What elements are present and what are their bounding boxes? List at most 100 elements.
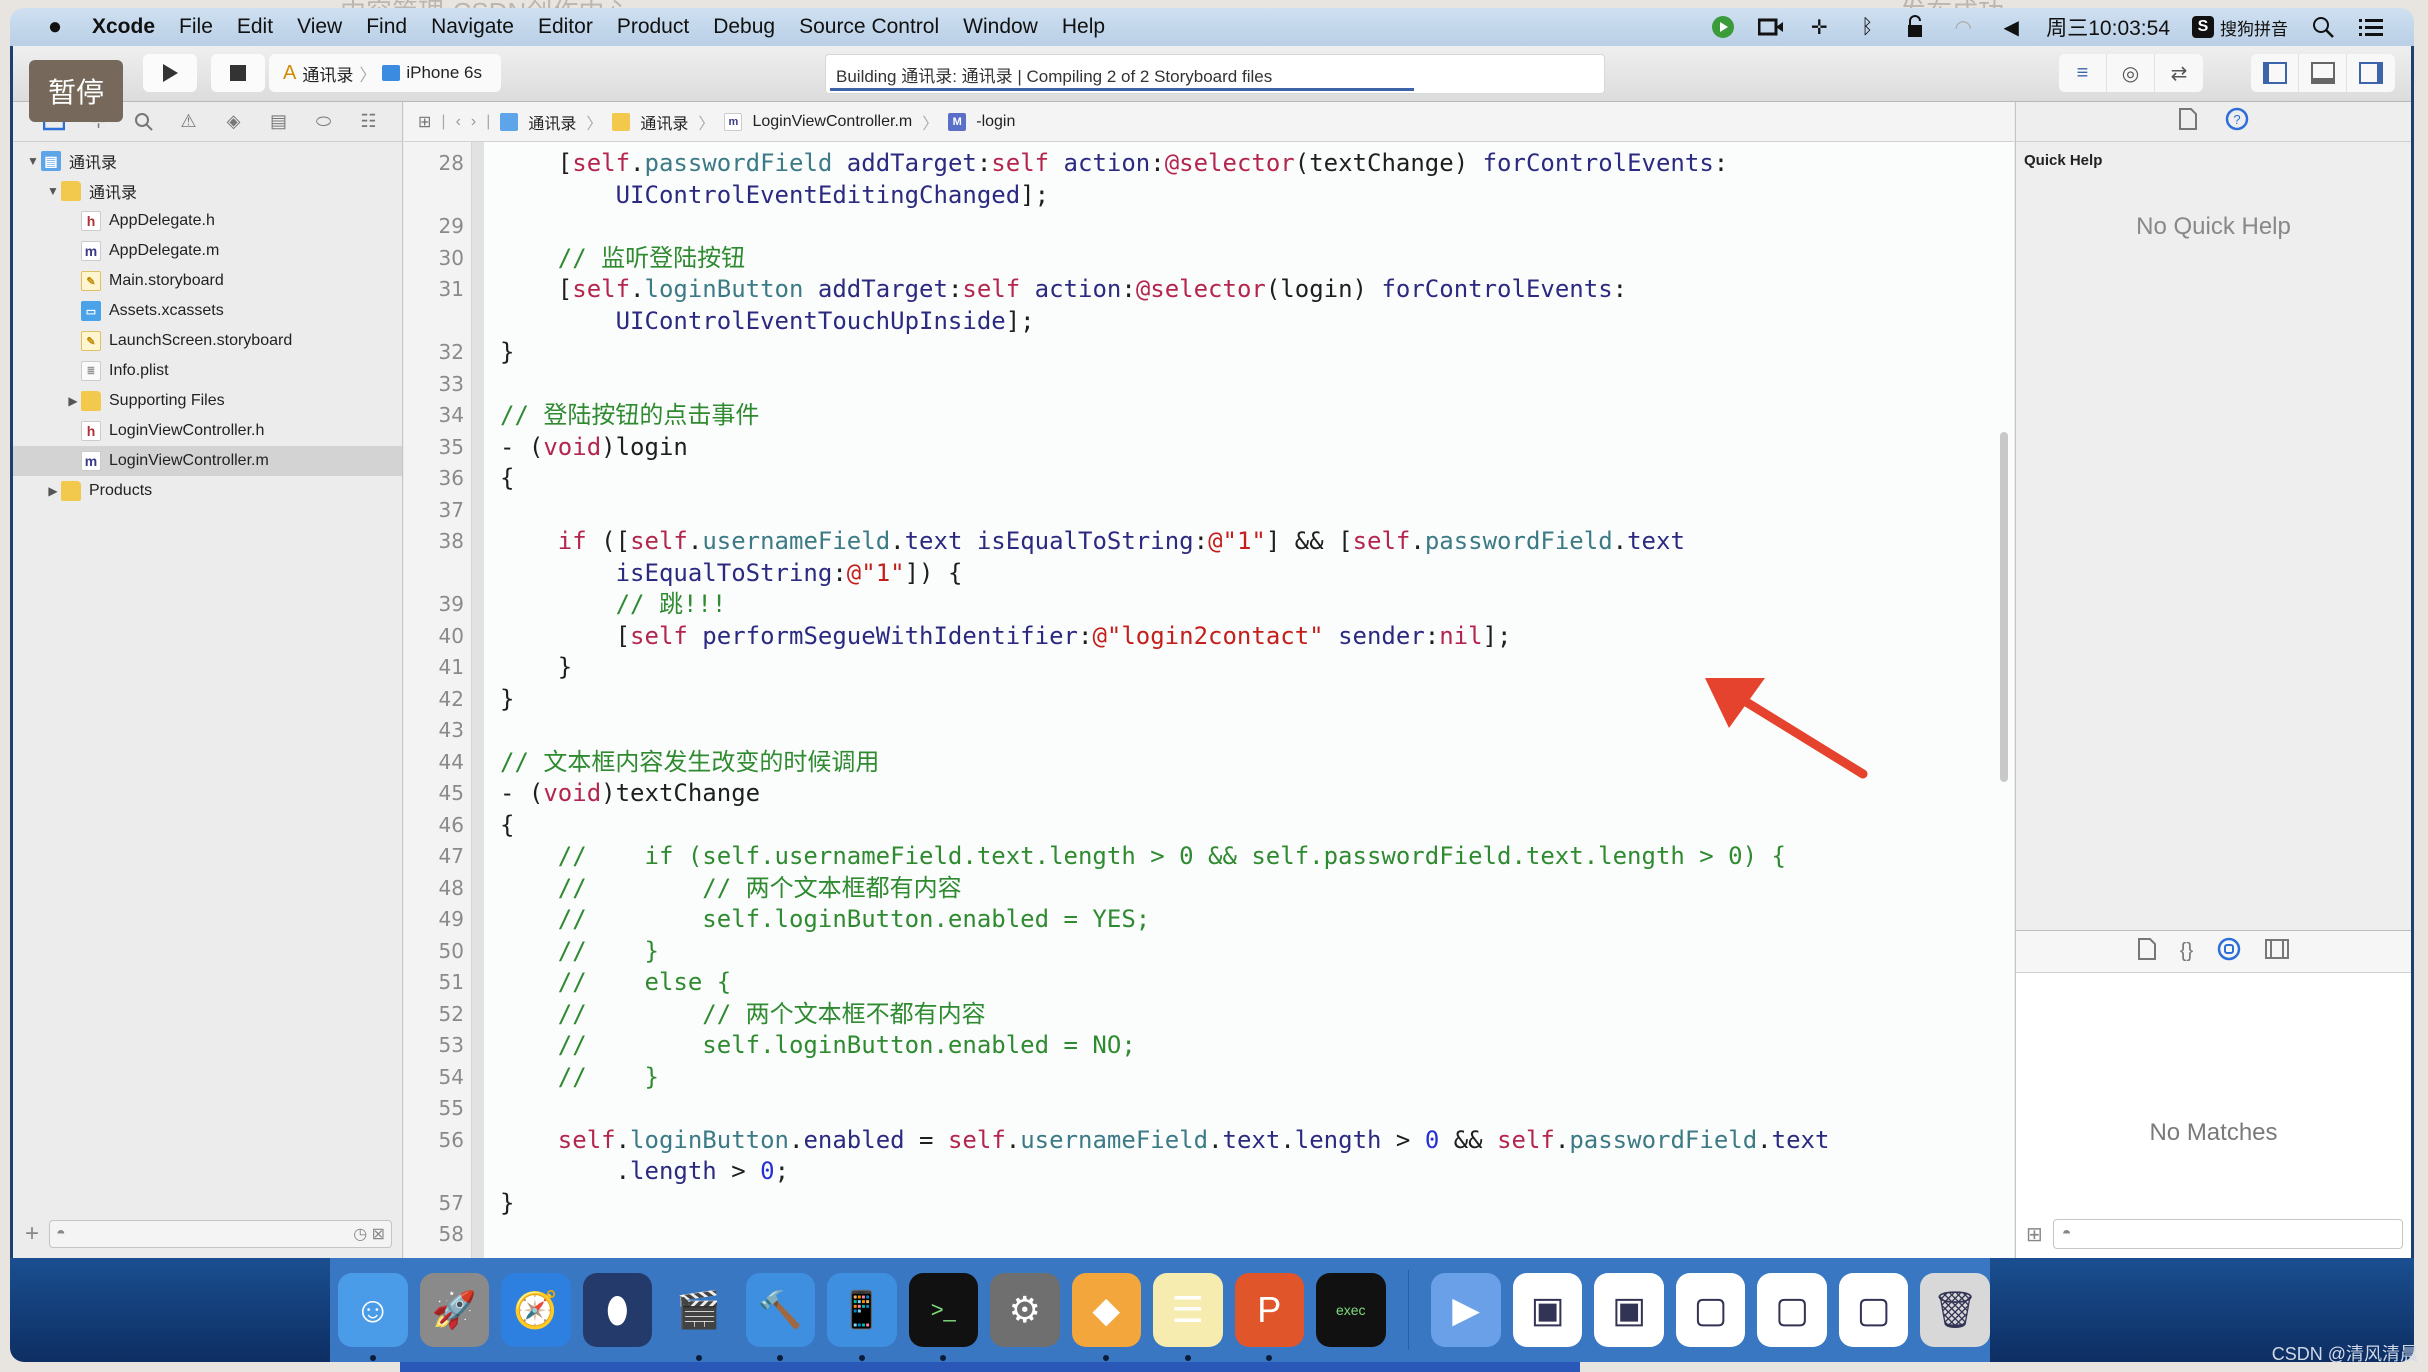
grid-view-icon[interactable]: ⊞ <box>2026 1222 2043 1247</box>
code-line[interactable]: 54 // } <box>439 1062 1984 1094</box>
disclosure-triangle-icon[interactable]: ▶ <box>45 484 61 498</box>
file-tree-item[interactable]: ▶ Products <box>13 476 402 506</box>
menu-app-name[interactable]: Xcode <box>80 15 167 39</box>
code-line[interactable]: 31 [self.loginButton addTarget:self acti… <box>439 274 1984 306</box>
dock-media-player[interactable]: ▶ <box>1431 1273 1501 1347</box>
volume-icon[interactable]: ◀ <box>1998 14 2024 40</box>
code-line[interactable]: 58 <box>439 1219 1984 1251</box>
code-folding-ribbon[interactable] <box>472 142 484 1258</box>
library-filter-input[interactable]: ◓ <box>2052 1219 2403 1249</box>
file-tree-item[interactable]: m AppDelegate.m <box>13 236 402 266</box>
dock-launchpad[interactable]: 🚀 <box>419 1273 489 1347</box>
disclosure-triangle-icon[interactable]: ▼ <box>45 184 61 198</box>
disclosure-triangle-icon[interactable]: ▼ <box>25 154 41 168</box>
code-line[interactable]: 46 { <box>439 810 1984 842</box>
dock-finder[interactable]: ☺ <box>338 1273 408 1361</box>
pause-overlay-button[interactable]: 暂停 <box>29 60 123 122</box>
dock-trash[interactable]: 🗑 <box>1920 1273 1990 1347</box>
navigator-filter-input[interactable]: ◓ ◷ ⊠ <box>49 1220 392 1248</box>
object-library-tab[interactable] <box>2217 937 2241 967</box>
back-button[interactable]: ‹ <box>456 113 461 131</box>
issue-navigator-tab[interactable]: ⚠ <box>166 102 211 142</box>
pin-icon[interactable]: ✛ <box>1806 14 1832 40</box>
menu-debug[interactable]: Debug <box>701 15 787 39</box>
code-line[interactable]: 50 // } <box>439 936 1984 968</box>
menu-edit[interactable]: Edit <box>225 15 285 39</box>
jumpbar-item-file[interactable]: LoginViewController.m <box>752 113 912 131</box>
breakpoint-navigator-tab[interactable]: ⬭ <box>301 102 346 142</box>
code-line[interactable]: 36 { <box>439 463 1984 495</box>
dock-window-thumbnail-1[interactable]: ▣ <box>1512 1273 1583 1347</box>
dock-system-preferences[interactable]: ⚙ <box>990 1273 1060 1347</box>
dock-simulator[interactable]: 📱 <box>827 1273 897 1361</box>
file-tree-item[interactable]: m LoginViewController.m <box>13 446 402 476</box>
code-line[interactable]: 29 <box>439 211 1984 243</box>
code-line[interactable]: 47 // if (self.usernameField.text.length… <box>439 841 1984 873</box>
menu-product[interactable]: Product <box>605 15 701 39</box>
report-navigator-tab[interactable]: ☷ <box>346 102 391 142</box>
version-editor-button[interactable]: ⇄ <box>2155 54 2203 92</box>
scheme-selector[interactable]: A 通讯录 〉 iPhone 6s <box>269 54 501 92</box>
code-line[interactable]: .length > 0; <box>500 1156 1984 1188</box>
file-tree-item[interactable]: h AppDelegate.h <box>13 206 402 236</box>
file-tree-item[interactable]: ▭ Assets.xcassets <box>13 296 402 326</box>
notification-center-icon[interactable] <box>2358 14 2384 40</box>
dock-window-thumbnail-3[interactable]: ▢ <box>1675 1273 1746 1347</box>
quick-help-tab[interactable]: ? <box>2225 107 2249 137</box>
camera-icon[interactable] <box>1758 14 1784 40</box>
menu-navigate[interactable]: Navigate <box>419 15 526 39</box>
code-line[interactable]: 35 - (void)login <box>439 432 1984 464</box>
code-line[interactable]: 34 // 登陆按钮的点击事件 <box>439 400 1984 432</box>
stop-button[interactable] <box>211 54 265 92</box>
jumpbar-item-method[interactable]: -login <box>976 113 1015 131</box>
spotlight-icon[interactable] <box>2310 14 2336 40</box>
dock-mouse-app[interactable]: ⬮ <box>582 1273 652 1347</box>
file-tree-item[interactable]: ▼ 通讯录 <box>13 176 402 206</box>
dock-window-thumbnail-2[interactable]: ▣ <box>1594 1273 1664 1347</box>
menu-help[interactable]: Help <box>1050 15 1117 39</box>
code-line[interactable]: UIControlEventTouchUpInside]; <box>500 306 1984 338</box>
code-line[interactable]: 37 <box>439 495 1984 527</box>
code-line[interactable]: 48 // // 两个文本框都有内容 <box>439 873 1984 905</box>
file-tree-item[interactable]: ✎ Main.storyboard <box>13 266 402 296</box>
code-line[interactable]: 38 if ([self.usernameField.text isEqualT… <box>439 526 1984 558</box>
apple-icon[interactable]: ● <box>30 13 80 41</box>
wifi-icon[interactable]: ◠ <box>1950 14 1976 40</box>
input-method[interactable]: S 搜狗拼音 <box>2192 15 2288 40</box>
toggle-navigator-button[interactable] <box>2251 54 2299 92</box>
code-line[interactable]: 32} <box>439 337 1984 369</box>
dock-terminal[interactable]: >_ <box>908 1273 978 1361</box>
disclosure-triangle-icon[interactable]: ▶ <box>65 394 81 408</box>
code-line[interactable]: 30 // 监听登陆按钮 <box>439 243 1984 275</box>
menu-window[interactable]: Window <box>951 15 1050 39</box>
code-snippet-tab[interactable]: {} <box>2180 940 2193 963</box>
file-tree-item[interactable]: h LoginViewController.h <box>13 416 402 446</box>
recorder-icon[interactable] <box>1710 14 1736 40</box>
dock-video-app[interactable]: 🎬 <box>664 1273 734 1361</box>
dock-powerpoint-app[interactable]: P <box>1234 1273 1304 1361</box>
code-line[interactable]: 40 [self performSegueWithIdentifier:@"lo… <box>439 621 1984 653</box>
code-line[interactable]: isEqualToString:@"1"]) { <box>500 558 1984 590</box>
toggle-debug-area-button[interactable] <box>2299 54 2347 92</box>
test-navigator-tab[interactable]: ◈ <box>211 102 256 142</box>
forward-button[interactable]: › <box>471 113 476 131</box>
code-line[interactable]: 52 // // 两个文本框不都有内容 <box>439 999 1984 1031</box>
clock[interactable]: 周三10:03:54 <box>2046 12 2170 42</box>
file-tree-item[interactable]: ≣ Info.plist <box>13 356 402 386</box>
find-navigator-tab[interactable] <box>121 102 166 142</box>
code-line[interactable]: 33 <box>439 369 1984 401</box>
lock-icon[interactable] <box>1902 14 1928 40</box>
media-library-tab[interactable] <box>2265 938 2290 965</box>
dock-safari[interactable]: 🧭 <box>501 1273 571 1347</box>
code-line[interactable]: 49 // self.loginButton.enabled = YES; <box>439 904 1984 936</box>
dock-sketch[interactable]: ◆ <box>1071 1273 1141 1361</box>
related-items-icon[interactable]: ⊞ <box>418 112 431 132</box>
menu-file[interactable]: File <box>167 15 225 39</box>
file-tree-item[interactable]: ✎ LaunchScreen.storyboard <box>13 326 402 356</box>
dock-window-thumbnail-4[interactable]: ▢ <box>1757 1273 1827 1347</box>
jumpbar-item-group[interactable]: 通讯录 <box>640 110 688 134</box>
code-line[interactable]: 57} <box>439 1188 1984 1220</box>
add-file-button[interactable]: + <box>25 1220 39 1248</box>
dock-xcode[interactable]: 🔨 <box>745 1273 815 1361</box>
menu-view[interactable]: View <box>285 15 354 39</box>
